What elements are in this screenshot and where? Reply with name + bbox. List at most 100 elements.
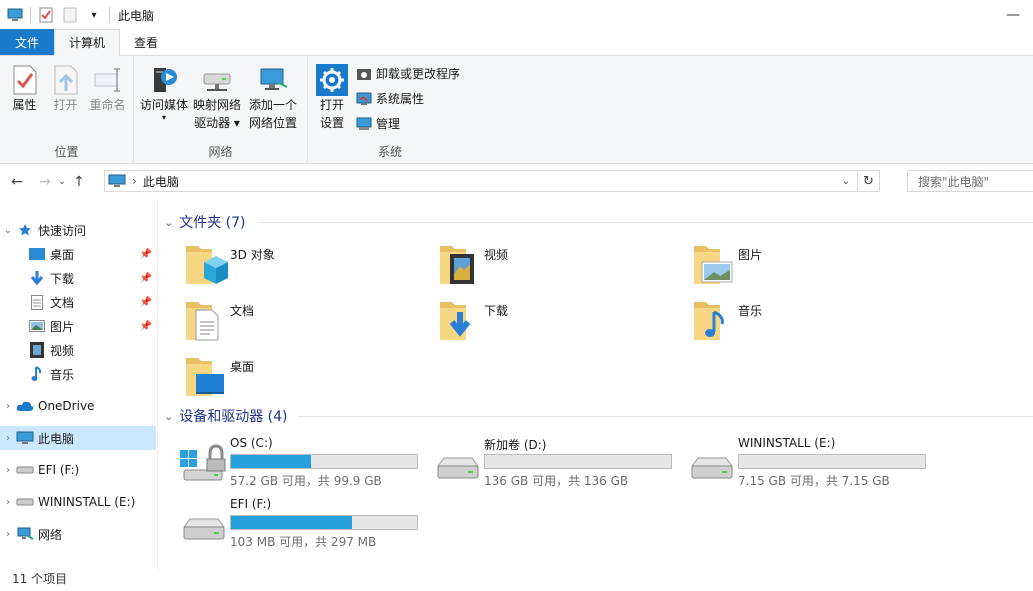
breadcrumb-this-pc[interactable]: 此电脑 <box>143 173 179 190</box>
ribbon-group-network: 访问媒体 ▾ 映射网络 驱动器 ▾ 添加一个 网络位置 网络 <box>134 56 308 164</box>
drive-os-c[interactable]: OS (C:) 57.2 GB 可用，共 99.9 GB <box>180 436 430 492</box>
documents-folder-icon <box>182 296 230 344</box>
ribbon: 属性 打开 重命名 位置 访问媒体 ▾ 映射网络 驱动器 ▾ 添加一个 网络位置… <box>0 56 1033 164</box>
ribbon-tabs: 文件 计算机 查看 <box>0 29 1033 56</box>
tab-computer[interactable]: 计算机 <box>54 29 121 56</box>
expand-chevron-icon[interactable]: › <box>0 465 16 476</box>
music-icon <box>28 366 46 382</box>
folder-documents[interactable]: 文档 <box>182 296 432 346</box>
refresh-icon[interactable]: ↻ <box>857 171 879 191</box>
address-bar[interactable]: › 此电脑 ⌄ ↻ <box>104 170 880 192</box>
music-folder-icon <box>690 296 738 344</box>
computer-icon <box>108 174 126 188</box>
customize-dropdown-icon[interactable]: ▾ <box>85 7 103 23</box>
pin-icon[interactable]: 📌 <box>140 321 152 332</box>
cloud-icon <box>16 398 34 414</box>
desktop-folder-icon <box>182 352 230 400</box>
drive-efi-f[interactable]: EFI (F:) 103 MB 可用，共 297 MB <box>180 497 430 553</box>
group-label-system: 系统 <box>377 145 402 159</box>
drive-new-volume-d[interactable]: 新加卷 (D:) 136 GB 可用，共 136 GB <box>434 436 684 492</box>
new-folder-icon[interactable] <box>61 7 79 23</box>
status-item-count: 11 个项目 <box>12 572 68 586</box>
pictures-folder-icon <box>690 240 738 288</box>
expand-chevron-icon[interactable]: › <box>0 497 16 508</box>
window-title: 此电脑 <box>118 8 155 23</box>
drive-usage-bar <box>484 454 672 469</box>
network-icon <box>16 526 34 542</box>
back-button[interactable]: ← <box>7 174 27 190</box>
quick-access-toolbar: ▾ <box>0 7 110 23</box>
settings-gear-icon <box>316 64 348 96</box>
rename-icon <box>92 64 124 96</box>
sidebar-item-downloads[interactable]: 下载 📌 <box>0 266 156 290</box>
sidebar-item-desktop[interactable]: 桌面 📌 <box>0 242 156 266</box>
star-icon <box>16 222 34 238</box>
network-drive-icon <box>201 64 233 96</box>
pin-icon[interactable]: 📌 <box>140 297 152 308</box>
collapse-chevron-icon[interactable]: ⌄ <box>164 216 173 229</box>
drive-icon <box>16 494 34 510</box>
computer-management-icon <box>356 116 372 132</box>
document-icon <box>28 294 46 310</box>
collapse-chevron-icon[interactable]: ⌄ <box>164 410 173 423</box>
sidebar-item-quick-access[interactable]: ⌄ 快速访问 <box>0 218 156 242</box>
folder-desktop[interactable]: 桌面 <box>182 352 432 402</box>
sidebar-item-wininstall[interactable]: › WININSTALL (E:) <box>0 490 156 514</box>
folder-music[interactable]: 音乐 <box>690 296 940 346</box>
sidebar-item-network[interactable]: › 网络 <box>0 522 156 546</box>
expand-chevron-icon[interactable]: › <box>0 401 16 412</box>
drive-usage-bar <box>230 515 418 530</box>
windows-drive-icon <box>180 442 228 486</box>
folder-3d-objects[interactable]: 3D 对象 <box>182 240 432 290</box>
section-header-folders[interactable]: ⌄ 文件夹 (7) <box>164 212 246 232</box>
desktop-icon <box>28 246 46 262</box>
drive-usage-bar <box>738 454 926 469</box>
uninstall-programs-button[interactable]: 卸载或更改程序 <box>356 64 460 83</box>
minimize-button[interactable]: — <box>993 7 1033 23</box>
section-header-drives[interactable]: ⌄ 设备和驱动器 (4) <box>164 406 288 426</box>
forward-button[interactable]: → <box>35 174 55 190</box>
pictures-icon <box>28 318 46 334</box>
up-button[interactable]: ↑ <box>69 174 89 190</box>
group-label-network: 网络 <box>208 145 233 159</box>
search-input[interactable]: 搜索"此电脑" <box>907 170 1033 192</box>
expand-chevron-icon[interactable]: ⌄ <box>0 225 16 236</box>
tab-file[interactable]: 文件 <box>0 29 54 55</box>
open-icon <box>50 64 82 96</box>
tab-view[interactable]: 查看 <box>120 29 172 55</box>
manage-button[interactable]: 管理 <box>356 114 460 133</box>
folder-videos[interactable]: 视频 <box>436 240 686 290</box>
sidebar-item-documents[interactable]: 文档 📌 <box>0 290 156 314</box>
pin-icon[interactable]: 📌 <box>140 273 152 284</box>
expand-chevron-icon[interactable]: › <box>0 529 16 540</box>
downloads-folder-icon <box>436 296 484 344</box>
video-icon <box>28 342 46 358</box>
properties-icon[interactable] <box>37 7 55 23</box>
sidebar-item-music[interactable]: 音乐 <box>0 362 156 386</box>
sidebar-item-efi[interactable]: › EFI (F:) <box>0 458 156 482</box>
drive-icon <box>16 462 34 478</box>
network-location-icon <box>257 64 289 96</box>
system-properties-icon <box>356 91 372 107</box>
expand-chevron-icon[interactable]: › <box>0 433 16 444</box>
videos-folder-icon <box>436 240 484 288</box>
folder-pictures[interactable]: 图片 <box>690 240 940 290</box>
drive-usage-bar <box>230 454 418 469</box>
ribbon-group-location: 属性 打开 重命名 位置 <box>0 56 134 164</box>
sidebar-item-this-pc[interactable]: › 此电脑 <box>0 426 156 450</box>
uninstall-icon <box>356 66 372 82</box>
pin-icon[interactable]: 📌 <box>140 249 152 260</box>
sidebar-item-onedrive[interactable]: › OneDrive <box>0 394 156 418</box>
system-properties-button[interactable]: 系统属性 <box>356 89 460 108</box>
sidebar-item-videos[interactable]: 视频 <box>0 338 156 362</box>
navigation-pane: ⌄ 快速访问 桌面 📌 下载 📌 文档 📌 图片 📌 视频 音乐 › OneDr… <box>0 212 158 567</box>
drive-wininstall-e[interactable]: WININSTALL (E:) 7.15 GB 可用，共 7.15 GB <box>688 436 938 492</box>
folder-downloads[interactable]: 下载 <box>436 296 686 346</box>
sidebar-item-pictures[interactable]: 图片 📌 <box>0 314 156 338</box>
ribbon-group-system: 打开 设置 卸载或更改程序 系统属性 管理 系统 <box>308 56 472 164</box>
media-server-icon <box>148 64 180 96</box>
breadcrumb-separator[interactable]: › <box>132 174 137 188</box>
address-dropdown-icon[interactable]: ⌄ <box>839 171 853 191</box>
recent-locations-chevron-icon[interactable]: ⌄ <box>55 177 69 187</box>
3d-objects-folder-icon <box>182 240 230 288</box>
